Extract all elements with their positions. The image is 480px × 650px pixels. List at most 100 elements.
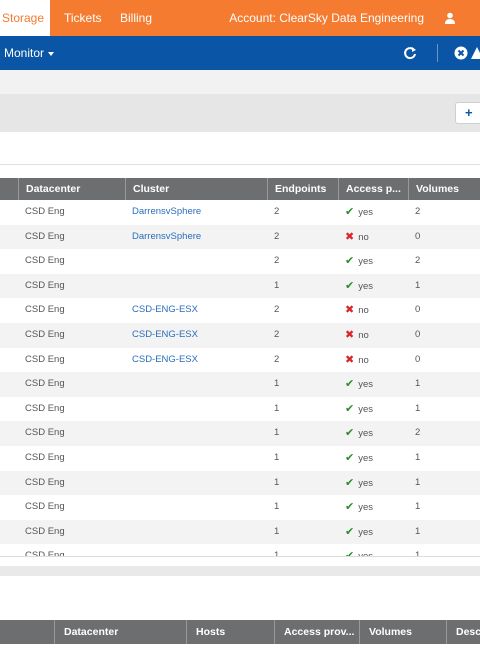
table-row[interactable]: CSD Eng 1 ✔yes 1 (0, 273, 480, 299)
datacenter-cell: CSD Eng (25, 501, 65, 513)
close-circle-icon[interactable] (454, 46, 468, 60)
access-cell: ✔yes (338, 274, 373, 299)
col-cluster[interactable]: Cluster (125, 178, 268, 200)
endpoints-cell: 1 (274, 550, 280, 556)
cluster-cell[interactable]: CSD-ENG-ESX (125, 348, 198, 373)
toolbar-divider (437, 44, 438, 62)
access-cell: ✔yes (338, 520, 373, 545)
check-icon: ✔ (345, 255, 355, 268)
check-icon: ✔ (345, 206, 355, 218)
col-endpoints[interactable]: Endpoints (267, 178, 339, 200)
add-button[interactable]: + (455, 102, 480, 124)
access-cell: ✖ no (338, 348, 369, 373)
access-value: yes (358, 256, 374, 268)
endpoints-cell: 2 (274, 255, 280, 267)
table-row[interactable]: CSD Eng 1 ✔yes 1 (0, 372, 480, 397)
endpoints-cell: 1 (274, 279, 280, 291)
col-hosts[interactable]: Hosts (186, 620, 275, 644)
refresh-icon[interactable] (403, 46, 417, 60)
col-datacenter[interactable]: Datacenter (18, 178, 126, 200)
cluster-cell (125, 495, 132, 520)
volumes-cell: 2 (415, 255, 421, 267)
check-icon: ✔ (345, 452, 355, 464)
top-nav: Storage Tickets Billing Account: ClearSk… (0, 0, 480, 36)
monitor-menu[interactable]: Monitor (4, 36, 55, 70)
col-datacenter[interactable]: Datacenter (54, 620, 187, 644)
datacenter-cell: CSD Eng (25, 353, 65, 365)
col-description[interactable]: Desc (446, 620, 480, 644)
volumes-cell: 0 (415, 353, 421, 365)
volumes-cell: 1 (415, 402, 421, 414)
access-cell: ✔yes (338, 249, 373, 274)
account-label[interactable]: Account: ClearSky Data Engineering (229, 0, 424, 36)
access-cell: ✔yes (338, 372, 373, 397)
col-access-provisioned[interactable]: Access prov... (274, 620, 360, 644)
access-cell: ✔yes (338, 495, 373, 520)
volumes-cell: 0 (415, 329, 421, 340)
table-row[interactable]: CSD Eng 1 ✔yes 1 (0, 495, 480, 520)
access-cell: ✖ no (338, 298, 369, 323)
cross-icon: ✖ (345, 353, 355, 366)
cluster-cell[interactable]: CSD-ENG-ESX (125, 298, 198, 323)
endpoints-cell: 2 (274, 353, 280, 365)
check-icon: ✔ (345, 378, 355, 391)
table-row[interactable]: CSD Eng 1 ✔yes 1 (0, 397, 480, 422)
sub-nav: Monitor (0, 36, 480, 70)
warning-icon[interactable] (470, 46, 480, 60)
cluster-cell[interactable]: DarrensvSphere (125, 225, 201, 250)
access-value: no (358, 305, 369, 317)
table-row[interactable]: CSD Eng CSD-ENG-ESX 2 ✖ no 0 (0, 348, 480, 373)
volumes-cell: 0 (415, 304, 421, 316)
panel-spacer (0, 132, 480, 165)
access-value: no (358, 330, 369, 341)
table-row[interactable]: CSD Eng DarrensvSphere 2 ✖ no 0 (0, 224, 480, 250)
table-row[interactable]: CSD Eng 1 ✔yes 1 (0, 544, 480, 556)
access-value: yes (358, 379, 374, 391)
add-button-label: + (465, 105, 473, 120)
volumes-cell: 0 (415, 230, 421, 242)
access-value: yes (358, 453, 374, 464)
table-row[interactable]: CSD Eng CSD-ENG-ESX 2 ✖ no 0 (0, 323, 480, 348)
cluster-cell (125, 274, 132, 299)
endpoints-cell: 1 (274, 378, 280, 390)
panel-spacer (0, 576, 480, 620)
table-row[interactable]: CSD Eng 1 ✔yes 1 (0, 519, 480, 545)
volumes-cell: 1 (415, 501, 421, 513)
col-access[interactable]: Access p... (338, 178, 409, 200)
table-row[interactable]: CSD Eng 2 ✔ yes 2 (0, 249, 480, 274)
table-row[interactable]: CSD Eng 1 ✔yes 1 (0, 470, 480, 496)
cluster-cell[interactable]: CSD-ENG-ESX (125, 323, 198, 348)
hosts-grid-header: Datacenter Hosts Access prov... Volumes … (0, 620, 480, 644)
table-row[interactable]: CSD Eng 1 ✔yes 1 (0, 446, 480, 471)
col-volumes[interactable]: Volumes (359, 620, 447, 644)
access-value: yes (358, 502, 374, 514)
table-row[interactable]: CSD Eng DarrensvSphere 2 ✔ yes 2 (0, 200, 480, 225)
access-value: no (358, 231, 369, 243)
grid-header: Datacenter Cluster Endpoints Access p...… (0, 178, 480, 200)
volumes-cell: 1 (415, 378, 421, 390)
table-row[interactable]: CSD Eng CSD-ENG-ESX 2 ✖ no 0 (0, 298, 480, 323)
cluster-cell (125, 421, 132, 446)
endpoints-cell: 1 (274, 402, 280, 414)
grid-toolbar: + (0, 94, 480, 132)
access-cell: ✖ no (338, 323, 369, 348)
tab-tickets[interactable]: Tickets (64, 0, 102, 36)
access-value: yes (358, 477, 374, 489)
monitor-menu-label: Monitor (4, 46, 45, 60)
datacenter-cell: CSD Eng (25, 402, 65, 414)
datacenter-cell: CSD Eng (25, 452, 65, 463)
volumes-cell: 2 (415, 427, 421, 439)
tab-storage[interactable]: Storage (0, 0, 51, 36)
cross-icon: ✖ (345, 329, 355, 341)
check-icon: ✔ (345, 476, 355, 489)
tab-billing[interactable]: Billing (120, 0, 152, 36)
access-value: yes (358, 207, 374, 218)
access-value: no (358, 354, 369, 366)
endpoints-cell: 2 (274, 304, 280, 316)
col-volumes[interactable]: Volumes (408, 178, 480, 200)
cluster-cell[interactable]: DarrensvSphere (125, 200, 201, 225)
table-row[interactable]: CSD Eng 1 ✔ yes 2 (0, 421, 480, 446)
volumes-cell: 1 (415, 525, 421, 537)
volumes-cell: 1 (415, 550, 421, 556)
user-icon[interactable] (444, 12, 456, 24)
